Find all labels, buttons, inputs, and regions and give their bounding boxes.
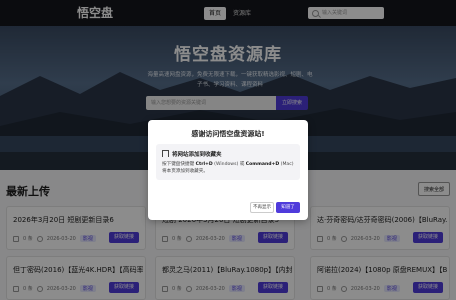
dont-show-again-button[interactable]: 不再显示 <box>250 202 274 213</box>
got-it-button[interactable]: 知道了 <box>276 202 300 213</box>
modal-info-box: 将网站添加到收藏夹 按下键盘快捷键 Ctrl+D (Windows) 或 Com… <box>156 144 300 180</box>
bookmark-icon <box>162 150 169 157</box>
shortcut-mac: Command+D <box>245 162 280 167</box>
modal-title: 感谢访问悟空盘资源站! <box>191 130 265 138</box>
modal-box-text: 按下键盘快捷键 Ctrl+D (Windows) 或 Command+D (Ma… <box>162 162 294 174</box>
bookmark-modal: 感谢访问悟空盘资源站! 将网站添加到收藏夹 按下键盘快捷键 Ctrl+D (Wi… <box>148 120 308 220</box>
modal-box-heading: 将网站添加到收藏夹 <box>172 152 222 158</box>
shortcut-windows: Ctrl+D <box>195 162 213 167</box>
